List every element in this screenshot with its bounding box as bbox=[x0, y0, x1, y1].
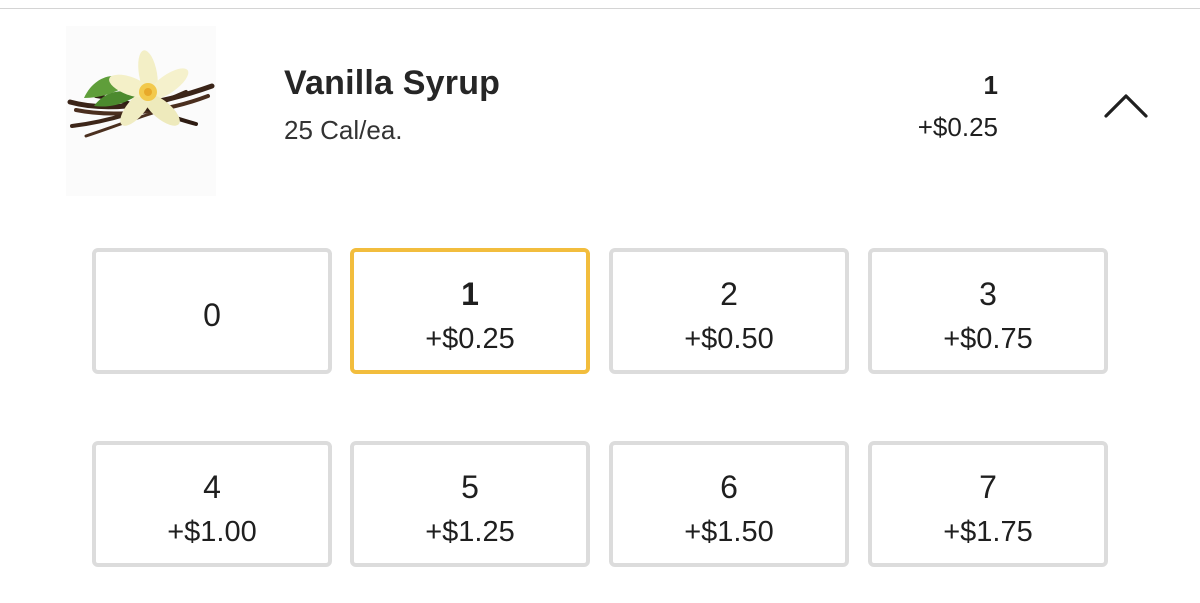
option-price: +$1.50 bbox=[684, 516, 774, 548]
option-quantity: 3 bbox=[979, 276, 997, 312]
option-quantity: 5 bbox=[461, 469, 479, 505]
quantity-option-0[interactable]: 0 bbox=[92, 248, 332, 374]
option-price: +$0.25 bbox=[425, 323, 515, 355]
option-price: +$1.25 bbox=[425, 516, 515, 548]
quantity-option-1[interactable]: 1 +$0.25 bbox=[350, 248, 590, 374]
quantity-option-7[interactable]: 7 +$1.75 bbox=[868, 441, 1108, 567]
selected-price: +$0.25 bbox=[917, 112, 998, 142]
option-price: +$0.50 bbox=[684, 323, 774, 355]
item-calories: 25 Cal/ea. bbox=[284, 115, 403, 145]
chevron-up-icon bbox=[1104, 94, 1148, 118]
quantity-option-6[interactable]: 6 +$1.50 bbox=[609, 441, 849, 567]
option-quantity: 4 bbox=[203, 469, 221, 505]
item-header: Vanilla Syrup 25 Cal/ea. 1 +$0.25 bbox=[0, 0, 1200, 200]
option-quantity: 0 bbox=[203, 297, 221, 333]
quantity-option-3[interactable]: 3 +$0.75 bbox=[868, 248, 1108, 374]
option-quantity: 7 bbox=[979, 469, 997, 505]
vanilla-flower-icon bbox=[67, 50, 215, 138]
option-quantity: 6 bbox=[720, 469, 738, 505]
option-price: +$1.75 bbox=[943, 516, 1033, 548]
option-price: +$1.00 bbox=[167, 516, 257, 548]
option-quantity: 2 bbox=[720, 276, 738, 312]
quantity-option-5[interactable]: 5 +$1.25 bbox=[350, 441, 590, 567]
collapse-button[interactable] bbox=[1096, 84, 1156, 128]
quantity-option-4[interactable]: 4 +$1.00 bbox=[92, 441, 332, 567]
item-title: Vanilla Syrup bbox=[284, 64, 501, 102]
selected-quantity: 1 bbox=[983, 70, 998, 100]
option-quantity: 1 bbox=[461, 276, 479, 312]
item-thumbnail bbox=[66, 26, 216, 196]
quantity-option-2[interactable]: 2 +$0.50 bbox=[609, 248, 849, 374]
option-price: +$0.75 bbox=[943, 323, 1033, 355]
